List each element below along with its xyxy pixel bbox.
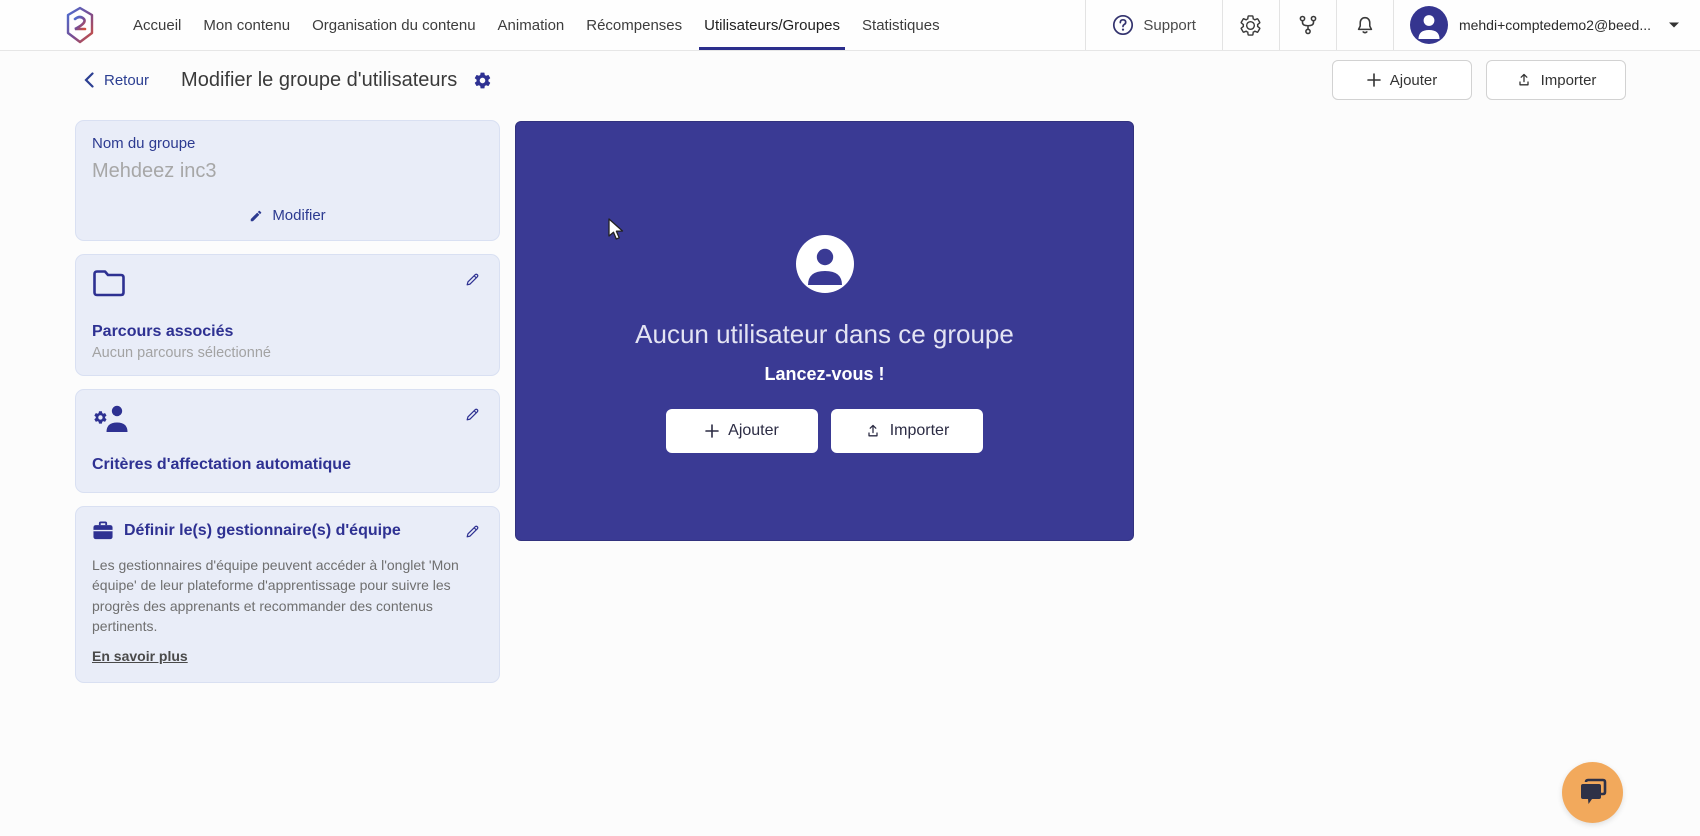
user-email: mehdi+comptedemo2@beed... <box>1459 17 1651 33</box>
plus-icon <box>1367 73 1381 87</box>
modify-group-name-button[interactable]: Modifier <box>92 203 483 226</box>
managers-card-description: Les gestionnaires d'équipe peuvent accéd… <box>92 555 483 636</box>
learn-more-link[interactable]: En savoir plus <box>92 648 188 664</box>
user-avatar <box>1410 6 1448 44</box>
plus-icon <box>705 424 719 438</box>
edit-managers-pencil-icon[interactable] <box>462 521 483 542</box>
import-users-button[interactable]: Importer <box>1486 60 1626 100</box>
nav-item-animation[interactable]: Animation <box>487 0 576 50</box>
group-name-value: Mehdeez inc3 <box>92 160 483 183</box>
nav-item-accueil[interactable]: Accueil <box>122 0 192 50</box>
team-managers-card: Définir le(s) gestionnaire(s) d'équipe L… <box>75 506 500 683</box>
criteria-card-title: Critères d'affectation automatique <box>92 456 483 474</box>
auto-assignment-card: Critères d'affectation automatique <box>75 389 500 493</box>
back-label: Retour <box>104 72 149 89</box>
group-name-label: Nom du groupe <box>92 135 483 152</box>
associated-paths-card: Parcours associés Aucun parcours sélecti… <box>75 254 500 376</box>
settings-button[interactable] <box>1222 0 1279 50</box>
nav-item-utilisateurs-groupes[interactable]: Utilisateurs/Groupes <box>693 0 851 50</box>
edit-paths-pencil-icon[interactable] <box>462 269 483 290</box>
briefcase-icon <box>92 521 114 541</box>
page-header: Retour Modifier le groupe d'utilisateurs… <box>0 52 1700 108</box>
add-button-label: Ajouter <box>1390 72 1438 89</box>
empty-state-import-button[interactable]: Importer <box>831 409 983 453</box>
notifications-button[interactable] <box>1336 0 1393 50</box>
main-menu: Accueil Mon contenu Organisation du cont… <box>122 0 951 50</box>
page-title: Modifier le groupe d'utilisateurs <box>181 69 457 92</box>
paths-card-subtitle: Aucun parcours sélectionné <box>92 345 483 361</box>
empty-import-label: Importer <box>890 422 950 440</box>
empty-state-subtitle: Lancez-vous ! <box>764 364 884 385</box>
back-button[interactable]: Retour <box>84 72 149 89</box>
modify-button-label: Modifier <box>272 207 325 224</box>
upload-icon <box>865 423 881 439</box>
folder-icon <box>92 269 126 297</box>
group-name-card: Nom du groupe Mehdeez inc3 Modifier <box>75 120 500 241</box>
user-silhouette-icon <box>796 235 854 293</box>
group-users-empty-state-panel: Aucun utilisateur dans ce groupe Lancez-… <box>515 121 1134 541</box>
chat-widget-button[interactable] <box>1562 762 1623 823</box>
empty-add-label: Ajouter <box>728 422 779 440</box>
gear-icon <box>1239 14 1262 37</box>
group-settings-sidebar: Nom du groupe Mehdeez inc3 Modifier Parc… <box>75 120 500 683</box>
upload-icon <box>1516 72 1532 88</box>
chat-bubbles-icon <box>1577 778 1609 808</box>
group-settings-gear-icon[interactable] <box>473 71 492 90</box>
support-button[interactable]: Support <box>1085 0 1222 50</box>
nav-item-statistiques[interactable]: Statistiques <box>851 0 951 50</box>
bell-icon <box>1354 14 1376 37</box>
branch-icon <box>1297 14 1319 36</box>
nav-item-mon-contenu[interactable]: Mon contenu <box>192 0 301 50</box>
chevron-down-icon <box>1668 21 1680 29</box>
user-account-menu[interactable]: mehdi+comptedemo2@beed... <box>1393 0 1700 50</box>
nav-item-organisation-du-contenu[interactable]: Organisation du contenu <box>301 0 486 50</box>
empty-state-add-button[interactable]: Ajouter <box>666 409 818 453</box>
nav-item-recompenses[interactable]: Récompenses <box>575 0 693 50</box>
paths-card-title: Parcours associés <box>92 323 483 341</box>
add-user-button[interactable]: Ajouter <box>1332 60 1472 100</box>
edit-criteria-pencil-icon[interactable] <box>462 404 483 425</box>
question-circle-icon <box>1112 14 1134 36</box>
import-button-label: Importer <box>1541 72 1597 89</box>
integrations-button[interactable] <box>1279 0 1336 50</box>
gear-person-icon <box>92 404 132 434</box>
beedeez-logo[interactable] <box>64 6 98 44</box>
support-label: Support <box>1143 17 1196 34</box>
top-navigation-bar: Accueil Mon contenu Organisation du cont… <box>0 0 1700 51</box>
chevron-left-icon <box>84 72 94 88</box>
managers-card-title: Définir le(s) gestionnaire(s) d'équipe <box>124 522 401 540</box>
empty-state-title: Aucun utilisateur dans ce groupe <box>635 319 1014 350</box>
pencil-icon <box>249 209 263 223</box>
